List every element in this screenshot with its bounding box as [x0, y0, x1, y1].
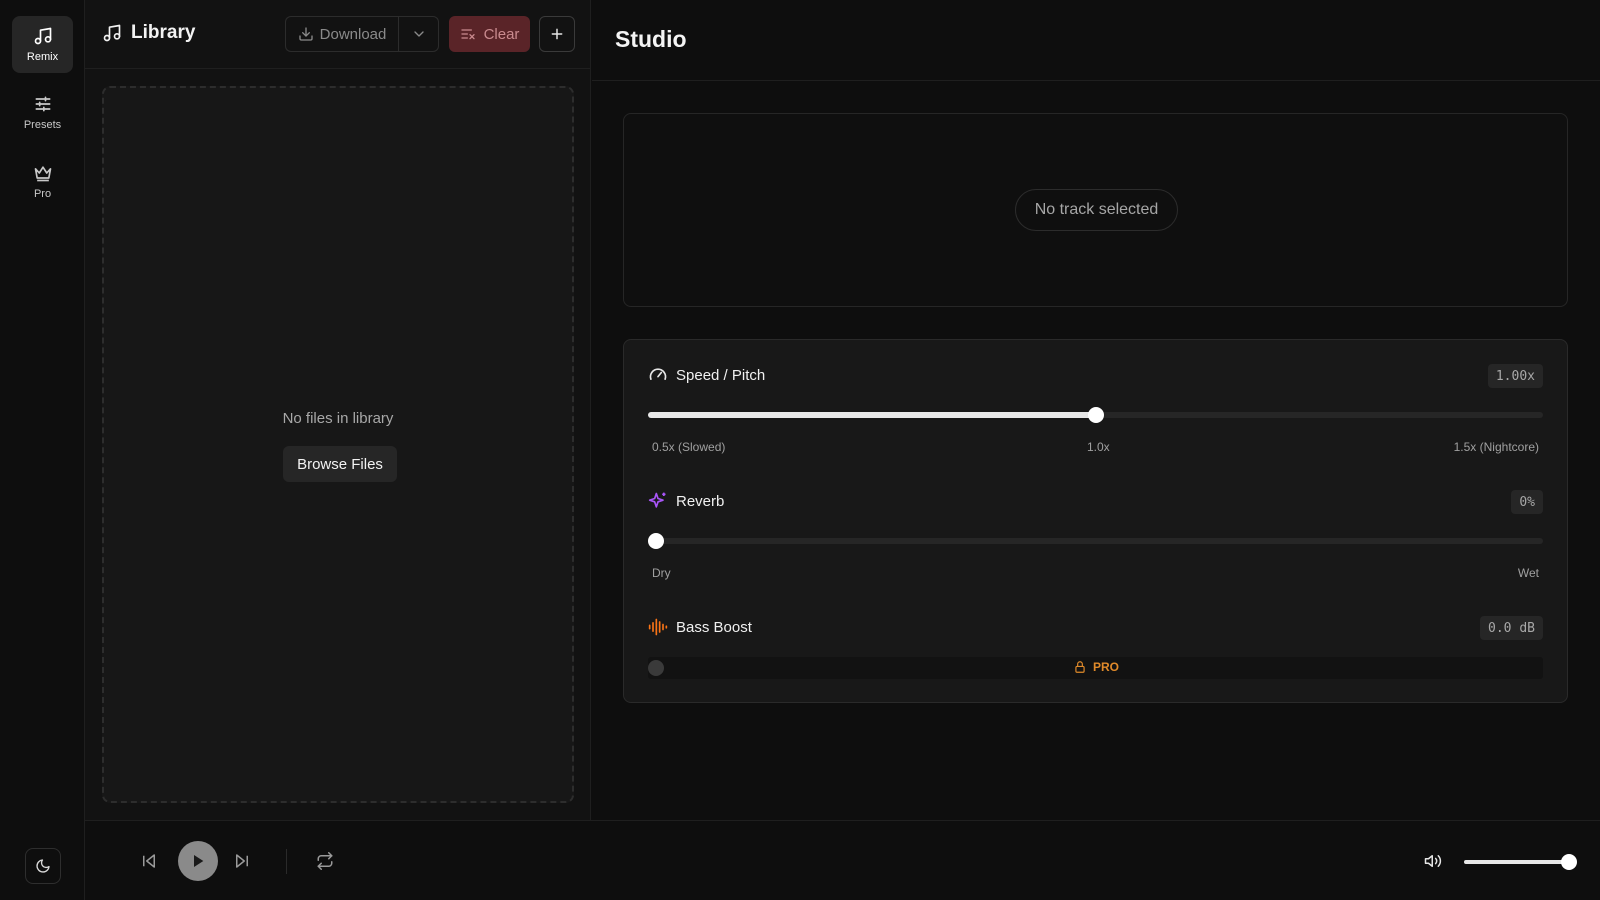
play-icon — [194, 855, 204, 867]
library-panel: Library Download Clear No files in libra… — [85, 0, 591, 820]
bass-slider-thumb — [648, 660, 664, 676]
speed-slider[interactable] — [648, 407, 1543, 423]
skip-forward-icon — [236, 854, 248, 868]
download-button[interactable]: Download — [285, 16, 398, 52]
sparkles-icon — [648, 492, 666, 508]
library-title: Library — [102, 22, 195, 44]
library-dropzone[interactable]: No files in library Browse Files — [102, 86, 574, 803]
effects-panel: Speed / Pitch 1.00x 0.5x (Slowed) 1.0x 1… — [623, 339, 1568, 703]
reverb-value-readout: 0% — [1511, 490, 1543, 514]
moon-icon — [36, 859, 50, 873]
track-status-pill: No track selected — [1015, 189, 1178, 231]
sliders-icon — [35, 96, 51, 112]
nav-item-label: Pro — [33, 188, 52, 200]
skip-back-icon — [143, 854, 155, 868]
nav-item-pro[interactable]: Pro — [12, 153, 73, 210]
repeat-button[interactable] — [313, 849, 337, 873]
nav-item-presets[interactable]: Presets — [12, 84, 73, 141]
add-file-button[interactable] — [539, 16, 575, 52]
bass-value-readout: 0.0 dB — [1480, 616, 1543, 640]
speed-pitch-title: Speed / Pitch — [648, 365, 765, 385]
download-icon — [298, 27, 313, 41]
download-options-button[interactable] — [398, 16, 439, 52]
library-empty-text: No files in library — [282, 410, 394, 427]
clear-label: Clear — [483, 25, 520, 43]
reverb-slider[interactable] — [648, 533, 1543, 549]
crown-icon — [34, 166, 51, 182]
theme-toggle-button[interactable] — [25, 848, 61, 884]
pro-lock-badge[interactable]: PRO — [1073, 660, 1119, 674]
volume-slider-thumb[interactable] — [1561, 854, 1577, 870]
reverb-tick-min: Dry — [652, 566, 671, 580]
speed-tick-min: 0.5x (Slowed) — [652, 440, 726, 454]
reverb-label: Reverb — [676, 492, 725, 510]
volume-button[interactable] — [1421, 849, 1445, 873]
volume-slider[interactable] — [1464, 860, 1568, 864]
studio-panel: Studio No track selected Speed / Pitch 1… — [592, 0, 1600, 820]
bass-boost-title: Bass Boost — [648, 617, 752, 637]
track-display: No track selected — [623, 113, 1568, 307]
repeat-icon — [317, 852, 333, 870]
plus-icon — [551, 28, 563, 40]
lock-icon — [1075, 661, 1085, 673]
bass-boost-label: Bass Boost — [676, 618, 752, 636]
volume-icon — [1424, 855, 1442, 867]
library-title-text: Library — [131, 22, 196, 43]
next-button[interactable] — [230, 849, 254, 873]
reverb-title: Reverb — [648, 491, 724, 511]
speed-slider-thumb[interactable] — [1087, 407, 1104, 423]
nav-item-label: Presets — [23, 119, 62, 131]
player-divider — [286, 849, 287, 874]
player-bar — [85, 820, 1600, 900]
audio-waveform-icon — [648, 618, 668, 636]
library-header: Library Download Clear — [85, 0, 590, 69]
browse-files-button[interactable]: Browse Files — [283, 446, 397, 482]
pro-lock-label: PRO — [1093, 660, 1120, 674]
nav-item-label: Remix — [26, 51, 59, 63]
speed-pitch-label: Speed / Pitch — [676, 366, 766, 384]
speed-tick-mid: 1.0x — [1087, 440, 1110, 454]
bass-slider-locked: PRO — [648, 657, 1543, 679]
app-root: Remix Presets Pro Library Download Clear… — [0, 0, 1600, 900]
speed-value-readout: 1.00x — [1487, 364, 1543, 388]
speed-slider-fill — [648, 412, 1096, 418]
play-button[interactable] — [178, 841, 218, 881]
download-label: Download — [319, 25, 387, 43]
nav-rail: Remix Presets Pro — [0, 0, 85, 900]
clear-list-icon — [460, 29, 475, 40]
nav-item-remix[interactable]: Remix — [12, 16, 73, 73]
chevron-down-icon — [413, 31, 424, 37]
music-note-icon — [103, 24, 121, 42]
reverb-tick-max: Wet — [1517, 566, 1539, 580]
speed-tick-max: 1.5x (Nightcore) — [1453, 440, 1539, 454]
gauge-icon — [649, 368, 667, 380]
studio-title: Studio — [615, 26, 687, 52]
clear-button[interactable]: Clear — [449, 16, 530, 52]
music-note-icon — [34, 27, 51, 45]
previous-button[interactable] — [137, 849, 161, 873]
studio-header: Studio — [592, 0, 1600, 81]
reverb-slider-thumb[interactable] — [648, 533, 664, 549]
